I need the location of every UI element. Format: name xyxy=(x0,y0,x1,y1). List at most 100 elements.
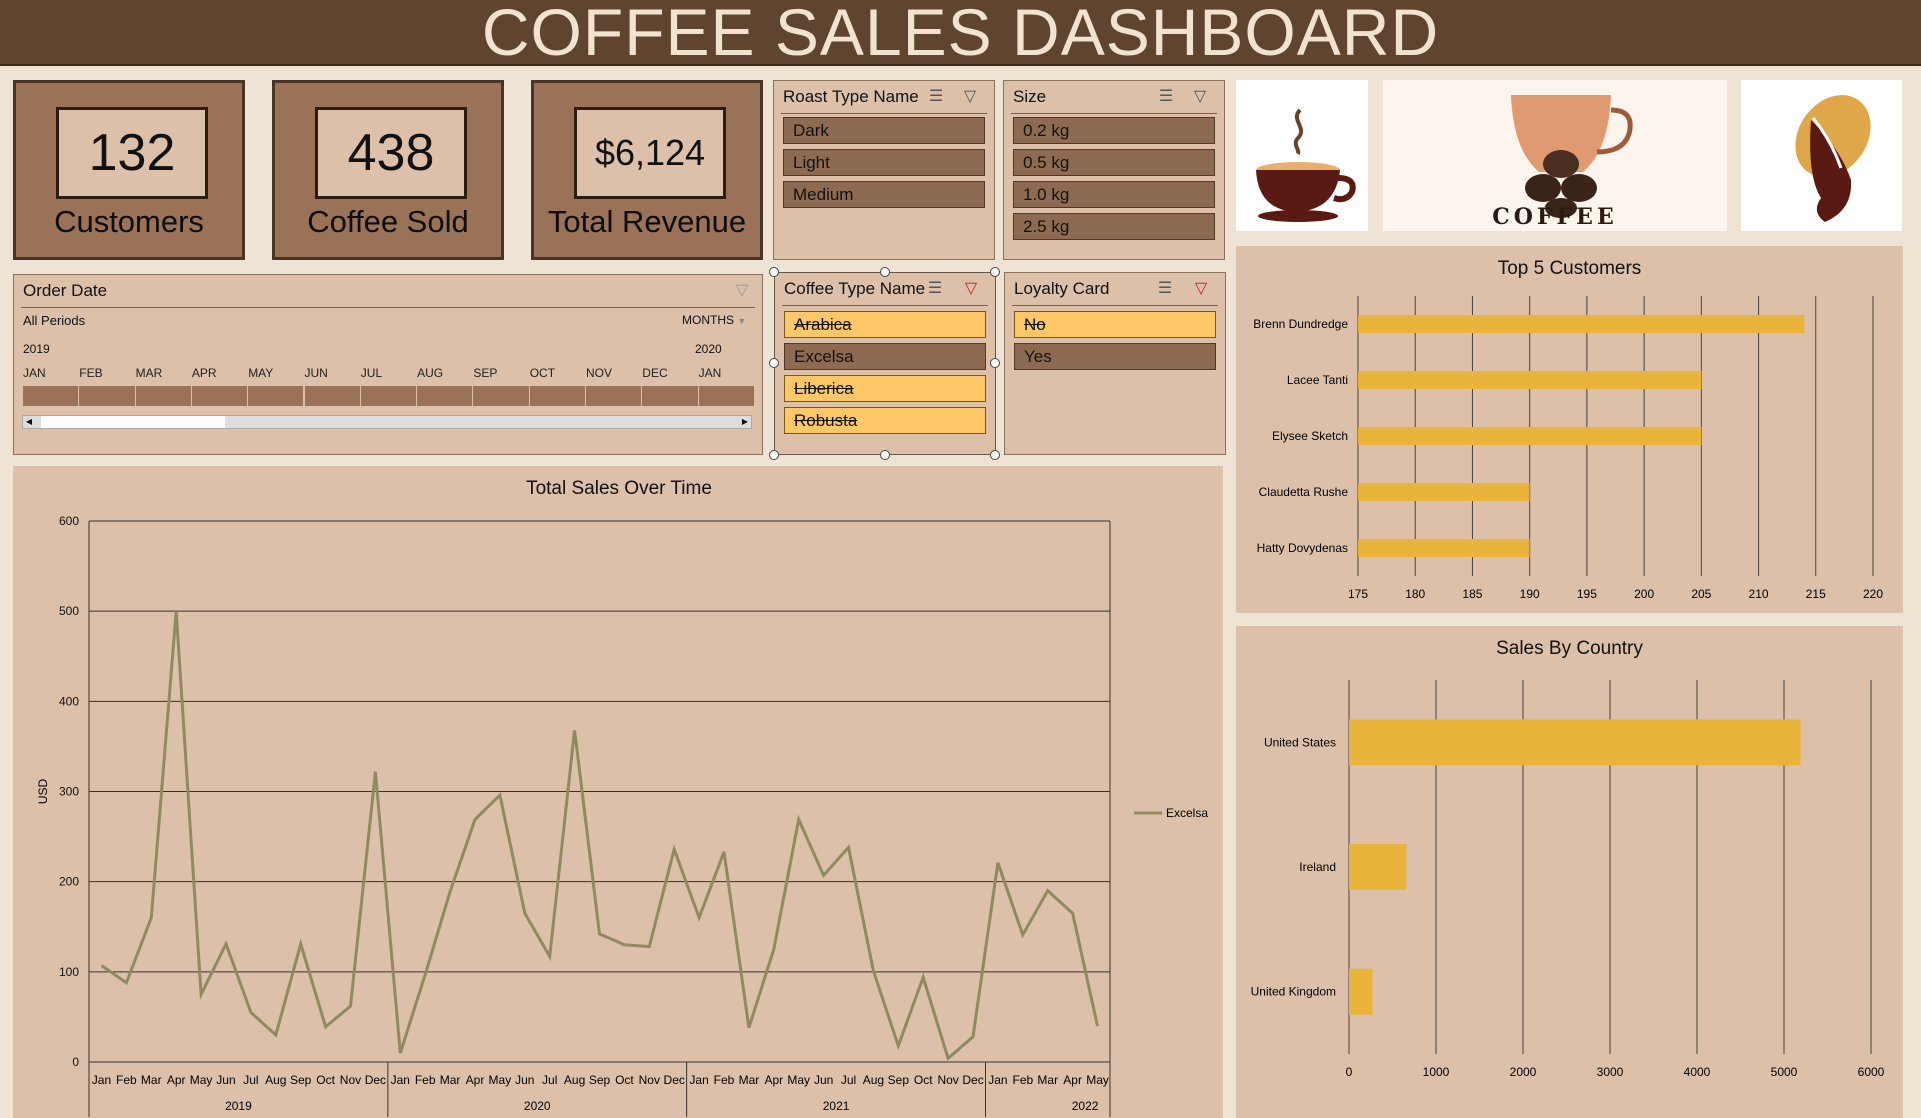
slicer-item-light[interactable]: Light xyxy=(783,149,985,176)
x-tick-label: 210 xyxy=(1749,587,1769,601)
loyalty-slicer-title: Loyalty Card xyxy=(1014,279,1110,298)
x-tick-label: Apr xyxy=(167,1073,186,1087)
kpi-customers-card: 132 Customers xyxy=(13,80,245,260)
bar xyxy=(1358,483,1530,501)
x-tick-label: Jan xyxy=(92,1073,111,1087)
y-tick-label: 600 xyxy=(59,514,79,528)
resize-handle[interactable] xyxy=(769,450,779,460)
x-tick-label: Oct xyxy=(615,1073,634,1087)
timeline-year-next: 2020 xyxy=(695,342,722,356)
x-tick-label: Jun xyxy=(515,1073,534,1087)
timeline-month-cell[interactable] xyxy=(473,386,530,406)
timeline-month-label: SEP xyxy=(473,366,498,380)
clear-filter-icon[interactable]: ▽ xyxy=(732,281,752,301)
kpi-coffee-sold-label: Coffee Sold xyxy=(307,204,469,239)
x-tick-label: Mar xyxy=(739,1073,760,1087)
timeline-month-label: NOV xyxy=(586,366,613,380)
kpi-coffee-sold-card: 438 Coffee Sold xyxy=(272,80,504,260)
timeline-month-cell[interactable] xyxy=(529,386,586,406)
resize-handle[interactable] xyxy=(769,267,779,277)
slicer-item-medium[interactable]: Medium xyxy=(783,181,985,208)
x-tick-label: Feb xyxy=(415,1073,436,1087)
kpi-customers-label: Customers xyxy=(54,204,204,239)
resize-handle[interactable] xyxy=(880,450,890,460)
x-tick-label: Oct xyxy=(316,1073,335,1087)
timeline-month-cell[interactable] xyxy=(304,386,361,406)
category-label: Ireland xyxy=(1299,860,1336,874)
timeline-month-cell[interactable] xyxy=(23,386,80,406)
slicer-item-no[interactable]: No xyxy=(1014,311,1216,338)
scroll-right-icon[interactable]: ▶ xyxy=(739,416,751,428)
bar xyxy=(1358,539,1530,557)
x-tick-label: May xyxy=(1086,1073,1109,1087)
slicer-item-robusta[interactable]: Robusta xyxy=(784,407,986,434)
slicer-item-0-2kg[interactable]: 0.2 kg xyxy=(1013,117,1215,144)
order-date-timeline[interactable]: Order Date ▽ All Periods MONTHS ▼ 2019 2… xyxy=(13,274,763,455)
x-tick-label: Dec xyxy=(962,1073,983,1087)
x-tick-label: Jul xyxy=(243,1073,258,1087)
x-tick-label: 180 xyxy=(1405,587,1425,601)
multi-select-icon[interactable]: ☰ xyxy=(925,279,945,299)
timeline-month-cell[interactable] xyxy=(360,386,418,406)
coffee-cup-logo xyxy=(1236,80,1368,231)
size-slicer[interactable]: Size ☰ ▽ 0.2 kg 0.5 kg 1.0 kg 2.5 kg xyxy=(1003,80,1225,260)
timeline-month-cell[interactable] xyxy=(135,386,192,406)
slicer-item-arabica[interactable]: Arabica xyxy=(784,311,986,338)
resize-handle[interactable] xyxy=(990,358,1000,368)
coffee-type-slicer[interactable]: Coffee Type Name ☰ ▽ Arabica Excelsa Lib… xyxy=(774,272,996,455)
timeline-month-cell[interactable] xyxy=(79,386,136,406)
clear-filter-icon[interactable]: ▽ xyxy=(960,87,980,107)
category-label: Lacee Tanti xyxy=(1287,373,1348,387)
y-tick-label: 400 xyxy=(59,694,79,708)
scroll-left-icon[interactable]: ◀ xyxy=(23,416,35,428)
slicer-item-liberica[interactable]: Liberica xyxy=(784,375,986,402)
x-tick-label: 220 xyxy=(1863,587,1883,601)
slicer-item-excelsa[interactable]: Excelsa xyxy=(784,343,986,370)
y-axis-label: USD xyxy=(36,779,50,805)
timeline-level-dropdown[interactable]: MONTHS ▼ xyxy=(682,313,746,327)
timeline-month-cell[interactable] xyxy=(586,386,643,406)
resize-handle[interactable] xyxy=(990,267,1000,277)
slicer-item-0-5kg[interactable]: 0.5 kg xyxy=(1013,149,1215,176)
timeline-month-cell[interactable] xyxy=(698,386,755,406)
timeline-scrollbar[interactable]: ◀ ▶ xyxy=(22,415,752,429)
x-tick-label: Sep xyxy=(888,1073,910,1087)
timeline-month-label: JUL xyxy=(360,366,383,380)
x-tick-label: 0 xyxy=(1346,1065,1353,1079)
clear-filter-icon[interactable]: ▽ xyxy=(1191,279,1211,299)
timeline-month-cell[interactable] xyxy=(191,386,249,406)
timeline-month-cell[interactable] xyxy=(417,386,474,406)
sales-by-country-panel: Sales By Country 0 1000 2000 3000 4000 5000 60… xyxy=(1236,626,1903,1118)
scrollbar-thumb[interactable] xyxy=(41,416,225,428)
y-tick-label: 300 xyxy=(59,785,79,799)
category-label: United States xyxy=(1264,735,1336,749)
kpi-total-revenue-value: $6,124 xyxy=(574,107,726,199)
x-year-label: 2021 xyxy=(823,1099,850,1113)
kpi-customers-value: 132 xyxy=(56,107,208,199)
x-tick-label: Nov xyxy=(340,1073,361,1087)
size-slicer-title: Size xyxy=(1013,87,1047,106)
slicer-item-1-0kg[interactable]: 1.0 kg xyxy=(1013,181,1215,208)
slicer-item-yes[interactable]: Yes xyxy=(1014,343,1216,370)
multi-select-icon[interactable]: ☰ xyxy=(1156,87,1176,107)
timeline-month-label: AUG xyxy=(417,366,444,380)
slicer-item-dark[interactable]: Dark xyxy=(783,117,985,144)
timeline-month-cell[interactable] xyxy=(248,386,305,406)
timeline-month-cell[interactable] xyxy=(642,386,699,406)
multi-select-icon[interactable]: ☰ xyxy=(926,87,946,107)
clear-filter-icon[interactable]: ▽ xyxy=(961,279,981,299)
x-tick-label: Oct xyxy=(914,1073,933,1087)
slicer-item-2-5kg[interactable]: 2.5 kg xyxy=(1013,213,1215,240)
x-tick-label: Apr xyxy=(466,1073,485,1087)
resize-handle[interactable] xyxy=(769,358,779,368)
multi-select-icon[interactable]: ☰ xyxy=(1155,279,1175,299)
loyalty-card-slicer[interactable]: Loyalty Card ☰ ▽ No Yes xyxy=(1004,272,1226,455)
x-tick-label: Sep xyxy=(290,1073,312,1087)
resize-handle[interactable] xyxy=(880,267,890,277)
resize-handle[interactable] xyxy=(990,450,1000,460)
y-tick-label: 0 xyxy=(72,1055,79,1069)
roast-type-slicer[interactable]: Roast Type Name ☰ ▽ Dark Light Medium xyxy=(773,80,995,260)
clear-filter-icon[interactable]: ▽ xyxy=(1190,87,1210,107)
y-tick-label: 500 xyxy=(59,604,79,618)
x-year-label: 2020 xyxy=(524,1099,551,1113)
